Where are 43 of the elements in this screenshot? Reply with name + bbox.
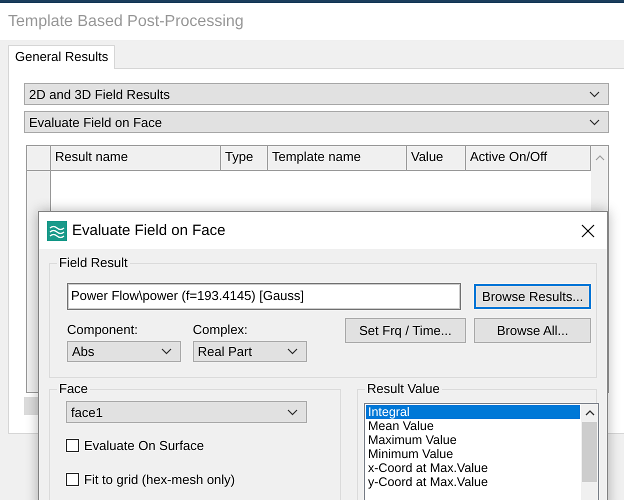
field-label: Component: <box>67 322 139 339</box>
dropdown[interactable]: face1 <box>66 401 307 423</box>
list-item[interactable]: Minimum Value <box>366 447 580 461</box>
scrollbar[interactable] <box>581 404 598 500</box>
column-header[interactable]: Active On/Off <box>466 146 591 171</box>
dropdown[interactable]: 2D and 3D Field Results <box>24 83 609 105</box>
group-label: Face <box>57 381 90 396</box>
chevron-down-icon <box>589 90 600 98</box>
scroll-thumb[interactable] <box>582 422 597 482</box>
list-item[interactable]: y-Coord at Max.Value <box>366 475 580 489</box>
chevron-down-icon <box>160 348 172 355</box>
input-field[interactable]: Power Flow\power (f=193.4145) [Gauss] <box>67 283 462 310</box>
tab[interactable]: General Results <box>8 45 116 69</box>
checkbox-label: Fit to grid (hex-mesh only) <box>84 472 235 486</box>
dropdown[interactable]: Evaluate Field on Face <box>24 111 609 133</box>
checkbox-label: Evaluate On Surface <box>84 438 204 452</box>
browse-all-button[interactable]: Browse All... <box>474 318 591 343</box>
group-label: Result Value <box>365 381 442 396</box>
wave-logo-icon <box>47 220 67 240</box>
browse-results-button[interactable]: Browse Results... <box>474 284 591 309</box>
column-header[interactable]: Result name <box>51 146 221 171</box>
list-item[interactable]: Mean Value <box>366 419 580 433</box>
group-label: Field Result <box>57 255 130 270</box>
checkbox[interactable] <box>66 438 79 452</box>
scroll-up-icon[interactable] <box>584 410 594 416</box>
chevron-down-icon <box>286 348 298 355</box>
window-title: Template Based Post-Processing <box>8 12 244 30</box>
column-header[interactable]: Type <box>221 146 268 171</box>
list-item[interactable]: x-Coord at Max.Value <box>366 461 580 475</box>
column-header[interactable]: Value <box>407 146 466 171</box>
list-item[interactable]: Integral <box>366 405 580 419</box>
list-item[interactable]: Maximum Value <box>366 433 580 447</box>
set-frequency-button[interactable]: Set Frq / Time... <box>344 318 466 343</box>
checkbox[interactable] <box>66 472 79 486</box>
chevron-down-icon <box>589 118 600 126</box>
dropdown[interactable]: Real Part <box>192 341 306 362</box>
column-header[interactable]: Template name <box>268 146 407 171</box>
dialog-title: Evaluate Field on Face <box>72 222 226 239</box>
result-listbox[interactable]: Integral Mean Value Maximum Value Minimum Value x-Coord at Max.Value y-Coord at Max.Value <box>364 403 599 500</box>
close-icon[interactable] <box>581 224 595 238</box>
chevron-down-icon <box>287 408 298 416</box>
dropdown[interactable]: Abs <box>67 341 181 362</box>
field-label: Complex: <box>192 322 249 339</box>
